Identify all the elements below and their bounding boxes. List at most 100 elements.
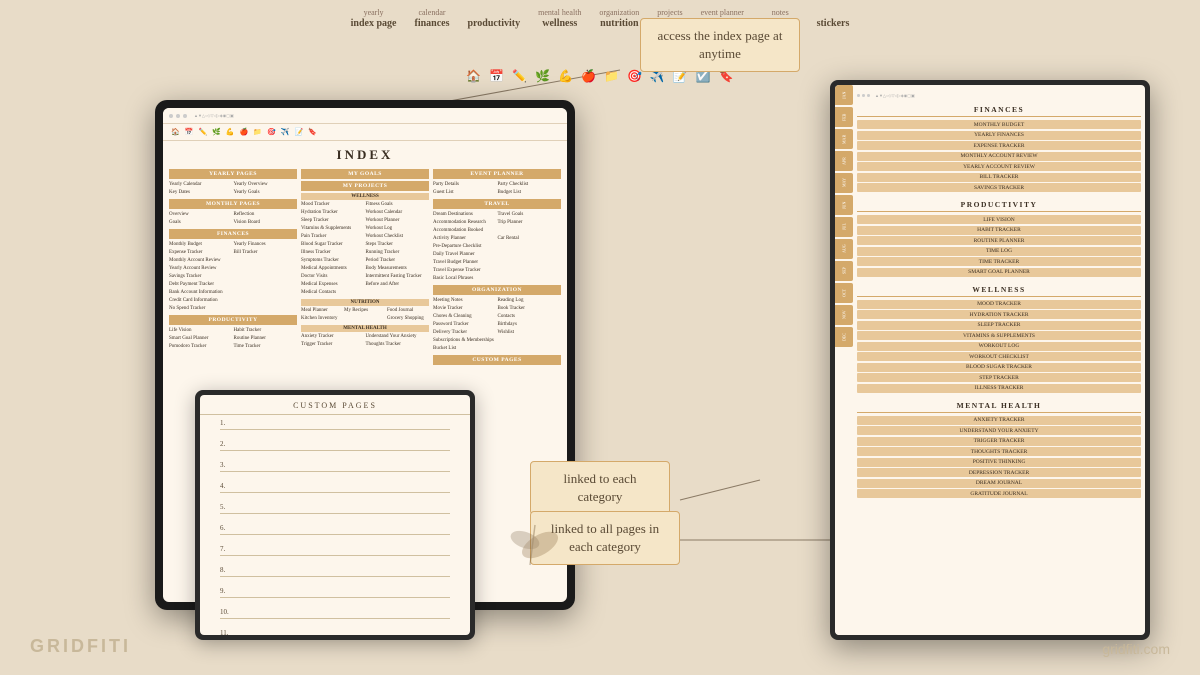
right-finances-savings[interactable]: SAVINGS TRACKER [857, 183, 1141, 192]
tab-jun[interactable]: JUN [835, 195, 853, 215]
right-wellness-section: WELLNESS MOOD TRACKER HYDRATION TRACKER … [857, 285, 1141, 393]
custom-page-line-3: 3. [220, 461, 450, 472]
my-goals-title[interactable]: MY GOALS [301, 169, 429, 179]
right-topbar: ▲▼△○◇▽◁▷◈◉▢▣ [857, 89, 1141, 101]
tablet-pencil-icon[interactable]: ✏️ [198, 128, 207, 136]
tab-apr[interactable]: APR [835, 151, 853, 171]
tablet-target-icon[interactable]: 🎯 [267, 128, 276, 136]
home-icon[interactable]: 🏠 [466, 69, 481, 84]
finances-title[interactable]: FINANCES [169, 229, 297, 239]
tablet-folder-icon[interactable]: 📁 [253, 128, 262, 136]
custom-page-line-9: 9. [220, 587, 450, 598]
tab-feb[interactable]: FEB [835, 107, 853, 127]
travel-title[interactable]: TRAVEL [433, 199, 561, 209]
right-wellness-vitamins[interactable]: VITAMINS & SUPPLEMENTS [857, 331, 1141, 340]
right-prod-habit[interactable]: HABIT TRACKER [857, 226, 1141, 235]
tab-mar[interactable]: MAR [835, 129, 853, 149]
nav-wellness[interactable]: mental health wellness [538, 8, 581, 30]
yearly-pages-title[interactable]: YEARLY PAGES [169, 169, 297, 179]
right-wellness-workout-checklist[interactable]: WORKOUT CHECKLIST [857, 352, 1141, 361]
nav-nutrition[interactable]: organization nutrition [599, 8, 639, 30]
right-prod-routine[interactable]: ROUTINE PLANNER [857, 236, 1141, 245]
right-mh-gratitude[interactable]: GRATITUDE JOURNAL [857, 489, 1141, 498]
tab-jul[interactable]: JUL [835, 217, 853, 237]
right-mh-positive[interactable]: POSITIVE THINKING [857, 458, 1141, 467]
custom-page-line-10: 10. [220, 608, 450, 619]
right-finances-bill[interactable]: BILL TRACKER [857, 173, 1141, 182]
right-finances-expense[interactable]: EXPENSE TRACKER [857, 141, 1141, 150]
custom-pages-lines: 1. 2. 3. 4. 5. 6. 7. 8. 9. 10. 11. 12. [200, 415, 470, 635]
tablet-home-icon[interactable]: 🏠 [171, 128, 180, 136]
brand-right: gridfiti.com [1102, 641, 1170, 657]
folder-icon[interactable]: 📁 [604, 69, 619, 84]
right-wellness-sleep[interactable]: SLEEP TRACKER [857, 321, 1141, 330]
right-mh-understand[interactable]: UNDERSTAND YOUR ANXIETY [857, 426, 1141, 435]
tablet-plane-icon[interactable]: ✈️ [281, 128, 290, 136]
dumbbell-icon[interactable]: 💪 [558, 69, 573, 84]
right-wellness-mood[interactable]: MOOD TRACKER [857, 300, 1141, 309]
right-mh-dream[interactable]: DREAM JOURNAL [857, 479, 1141, 488]
tablet-icon-row: 🏠 📅 ✏️ 🌿 💪 🍎 📁 🎯 ✈️ 📝 🔖 [163, 124, 567, 141]
right-mh-thoughts[interactable]: THOUGHTS TRACKER [857, 447, 1141, 456]
nav-stickers[interactable]: stickers [817, 18, 850, 30]
right-mh-trigger[interactable]: TRIGGER TRACKER [857, 437, 1141, 446]
event-planner-title[interactable]: EVENT PLANNER [433, 169, 561, 179]
right-finances-yearly[interactable]: YEARLY FINANCES [857, 131, 1141, 140]
right-finances-section: FINANCES MONTHLY BUDGET YEARLY FINANCES … [857, 105, 1141, 192]
right-finances-yearly-review[interactable]: YEARLY ACCOUNT REVIEW [857, 162, 1141, 171]
tab-sep[interactable]: SEP [835, 261, 853, 281]
right-wellness-step[interactable]: STEP TRACKER [857, 373, 1141, 382]
target-icon[interactable]: 🎯 [627, 69, 642, 84]
monthly-pages-title[interactable]: MONTHLY PAGES [169, 199, 297, 209]
leaf-icon[interactable]: 🌿 [535, 69, 550, 84]
tab-jan[interactable]: JAN [835, 85, 853, 105]
right-finances-monthly-budget[interactable]: MONTHLY BUDGET [857, 120, 1141, 129]
nav-productivity[interactable]: productivity [467, 18, 520, 30]
tab-oct[interactable]: OCT [835, 283, 853, 303]
right-wellness-workout-log[interactable]: WORKOUT LOG [857, 342, 1141, 351]
index-title: INDEX [169, 147, 561, 163]
tablet-bookmark-icon[interactable]: 🔖 [308, 128, 317, 136]
right-wellness-title: WELLNESS [857, 285, 1141, 297]
right-mental-health-section: MENTAL HEALTH ANXIETY TRACKER UNDERSTAND… [857, 401, 1141, 499]
tablet-note-icon[interactable]: 📝 [294, 128, 303, 136]
mental-health-sub-title: MENTAL HEALTH [301, 325, 429, 332]
productivity-title[interactable]: PRODUCTIVITY [169, 315, 297, 325]
right-prod-smart-goal[interactable]: SMART GOAL PLANNER [857, 268, 1141, 277]
right-wellness-blood-sugar[interactable]: BLOOD SUGAR TRACKER [857, 363, 1141, 372]
right-mh-anxiety[interactable]: ANXIETY TRACKER [857, 416, 1141, 425]
right-prod-time-log[interactable]: TIME LOG [857, 247, 1141, 256]
my-projects-title[interactable]: MY PROJECTS [301, 181, 429, 191]
right-finances-monthly-review[interactable]: MONTHLY ACCOUNT REVIEW [857, 152, 1141, 161]
right-mh-depression[interactable]: DEPRESSION TRACKER [857, 468, 1141, 477]
plant-decoration [490, 505, 570, 585]
nav-index[interactable]: yearly index page [351, 8, 397, 30]
custom-page-line-8: 8. [220, 566, 450, 577]
right-mental-health-title: MENTAL HEALTH [857, 401, 1141, 413]
right-dot-1 [857, 94, 860, 97]
pencil-icon[interactable]: ✏️ [512, 69, 527, 84]
tab-aug[interactable]: AUG [835, 239, 853, 259]
organization-title[interactable]: ORGANIZATION [433, 285, 561, 295]
custom-page-line-1: 1. [220, 419, 450, 430]
tab-nov[interactable]: NOV [835, 305, 853, 325]
apple-icon[interactable]: 🍎 [581, 69, 596, 84]
tab-may[interactable]: MAY [835, 173, 853, 193]
nav-finances[interactable]: calendar finances [414, 8, 449, 30]
right-prod-time-tracker[interactable]: TIME TRACKER [857, 257, 1141, 266]
custom-page-line-5: 5. [220, 503, 450, 514]
right-tablet: JAN FEB MAR APR MAY JUN JUL AUG SEP OCT … [830, 80, 1150, 640]
right-wellness-illness[interactable]: ILLNESS TRACKER [857, 384, 1141, 393]
right-main-content: ▲▼△○◇▽◁▷◈◉▢▣ FINANCES MONTHLY BUDGET YEA… [853, 85, 1145, 635]
tablet-calendar-icon[interactable]: 📅 [185, 128, 194, 136]
right-prod-life-vision[interactable]: LIFE VISION [857, 215, 1141, 224]
callout-index-access: access the index page at anytime [640, 18, 800, 72]
tablet-apple-icon[interactable]: 🍎 [240, 128, 249, 136]
calendar-icon[interactable]: 📅 [489, 69, 504, 84]
tablet-health-icon[interactable]: 💪 [226, 128, 235, 136]
right-productivity-section: PRODUCTIVITY LIFE VISION HABIT TRACKER R… [857, 200, 1141, 277]
right-wellness-hydration[interactable]: HYDRATION TRACKER [857, 310, 1141, 319]
tab-dec[interactable]: DEC [835, 327, 853, 347]
tablet-leaf-icon[interactable]: 🌿 [212, 128, 221, 136]
custom-pages-title-main[interactable]: CUSTOM PAGES [433, 355, 561, 365]
